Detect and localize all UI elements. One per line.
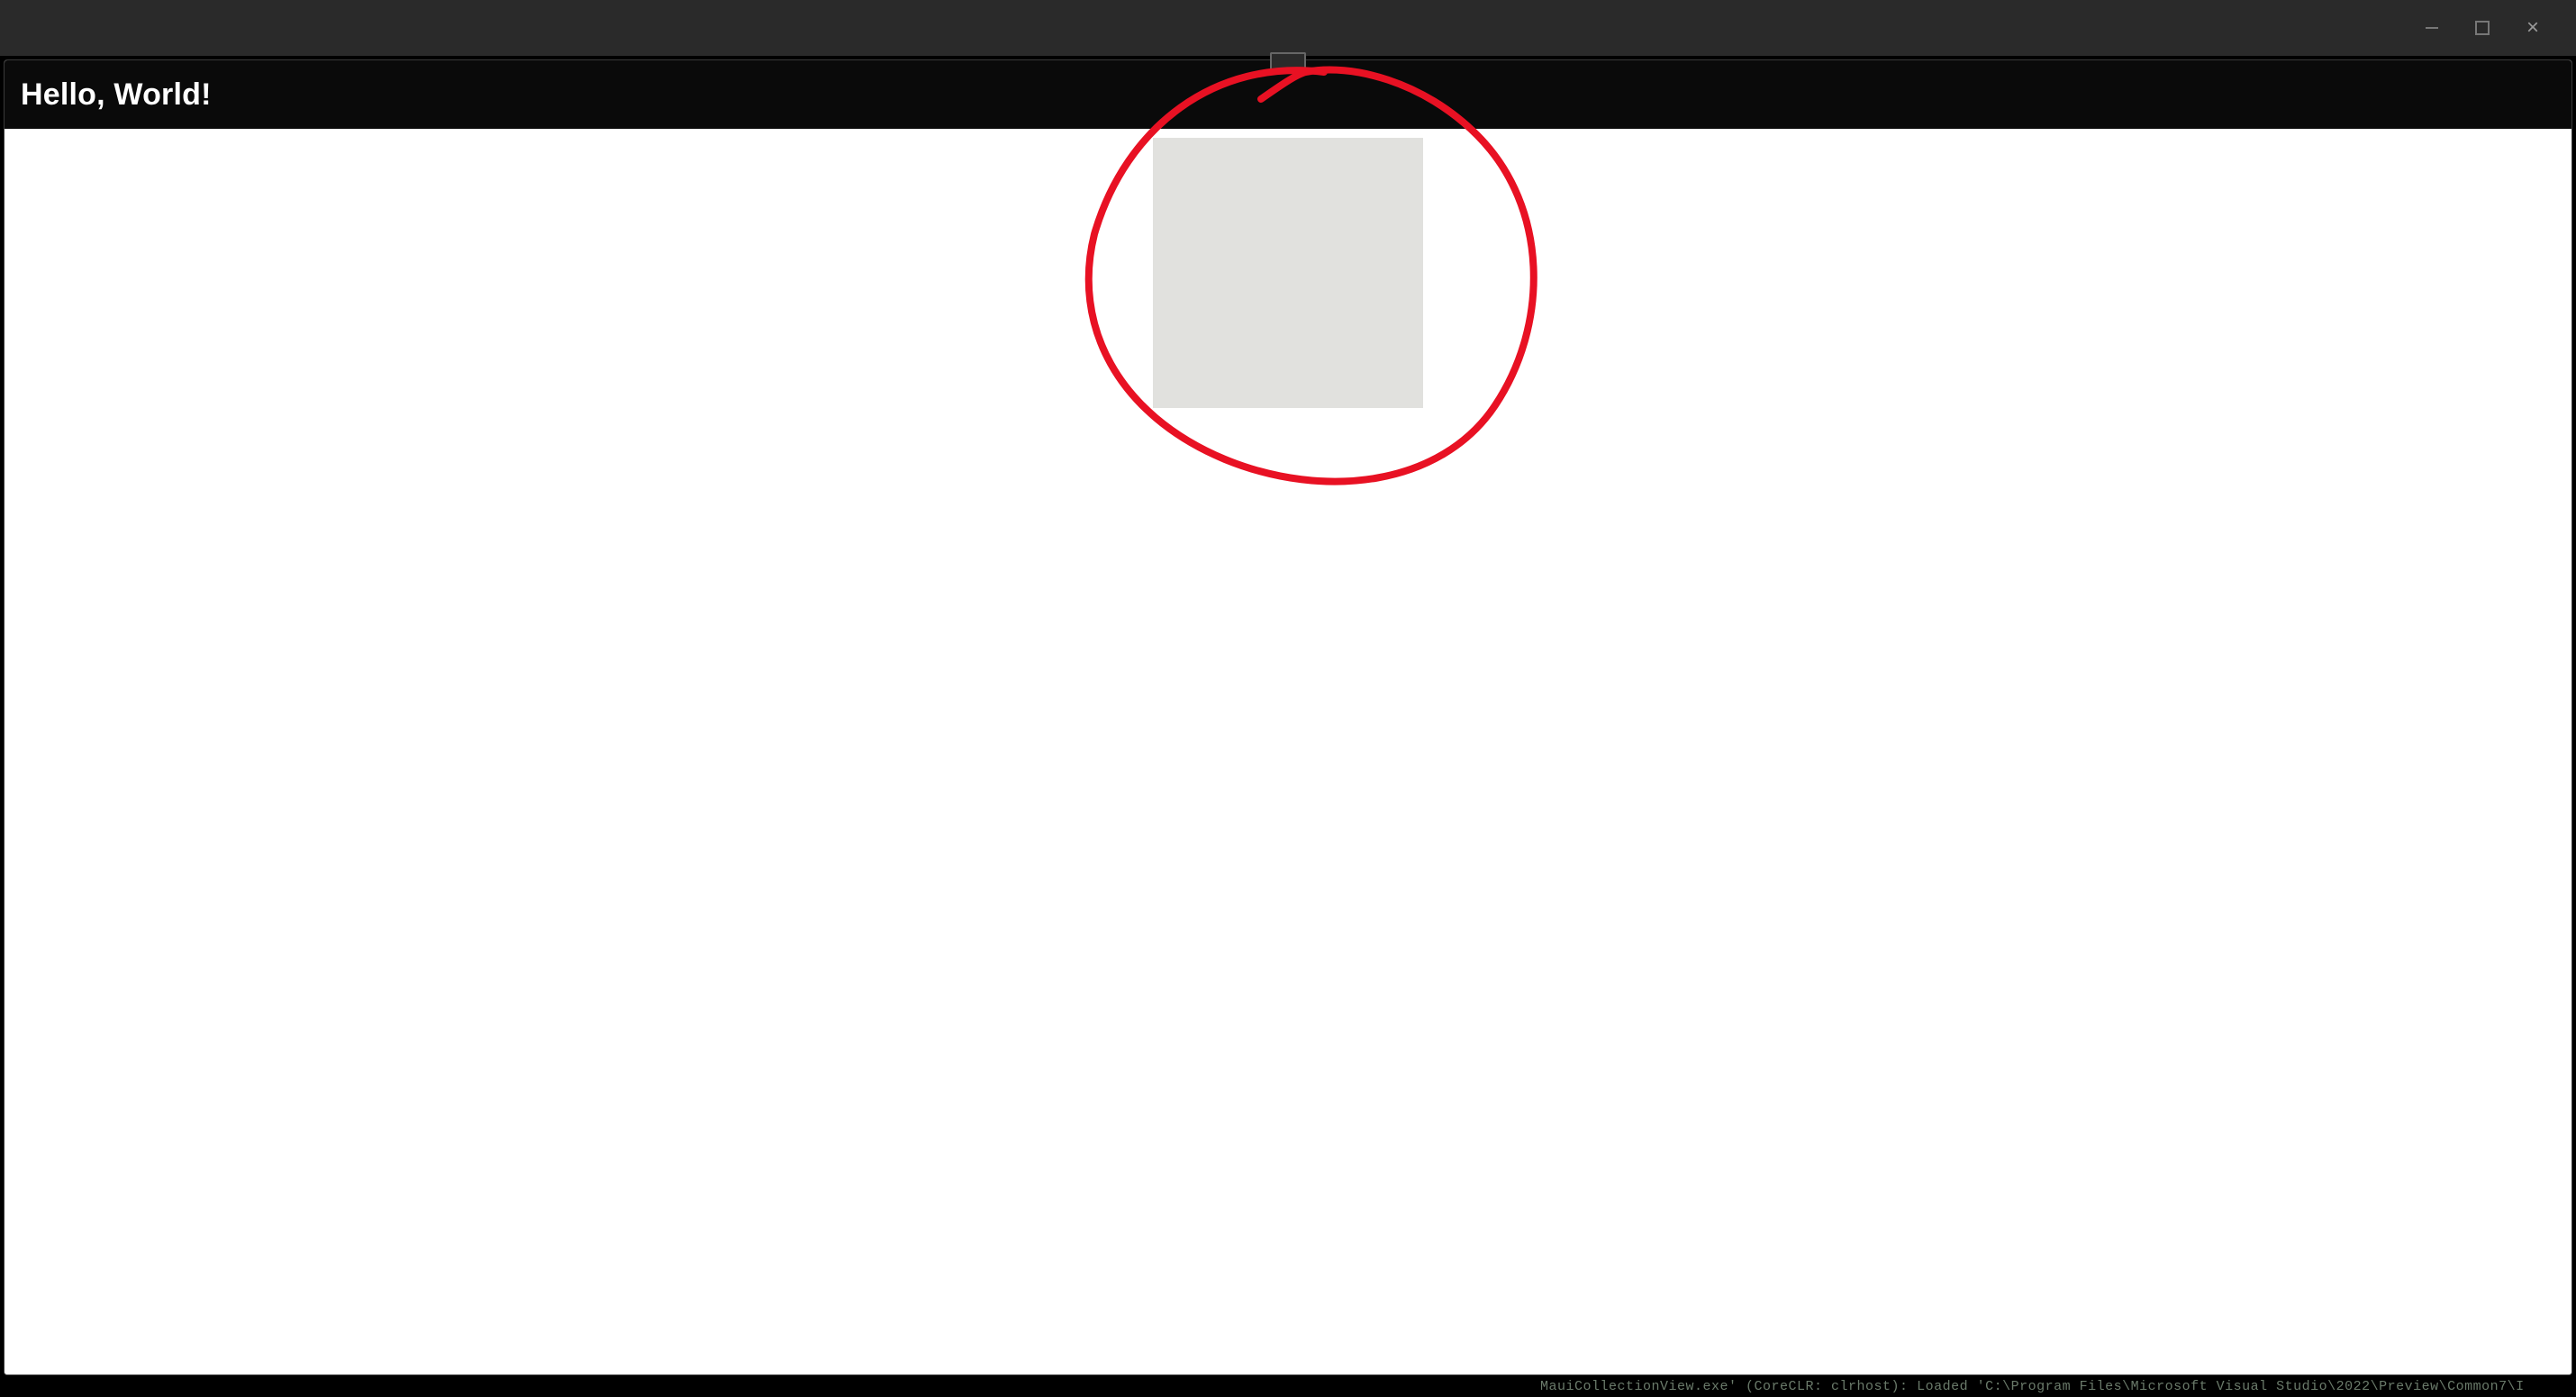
output-text: MauiCollectionView.exe' (CoreCLR: clrhos… bbox=[1540, 1379, 2525, 1394]
viewport: × Hello, World! MauiCollectionView.exe' … bbox=[0, 0, 2576, 1397]
xaml-live-toolbar[interactable] bbox=[1270, 52, 1306, 74]
app-title: Hello, World! bbox=[21, 77, 212, 113]
minimize-button[interactable] bbox=[2407, 10, 2457, 46]
app-window: Hello, World! bbox=[4, 59, 2572, 1375]
output-statusbar: MauiCollectionView.exe' (CoreCLR: clrhos… bbox=[0, 1377, 2576, 1397]
placeholder-image bbox=[1153, 138, 1423, 408]
os-titlebar[interactable]: × bbox=[0, 0, 2576, 56]
close-button[interactable]: × bbox=[2508, 10, 2558, 46]
maximize-button[interactable] bbox=[2457, 10, 2508, 46]
